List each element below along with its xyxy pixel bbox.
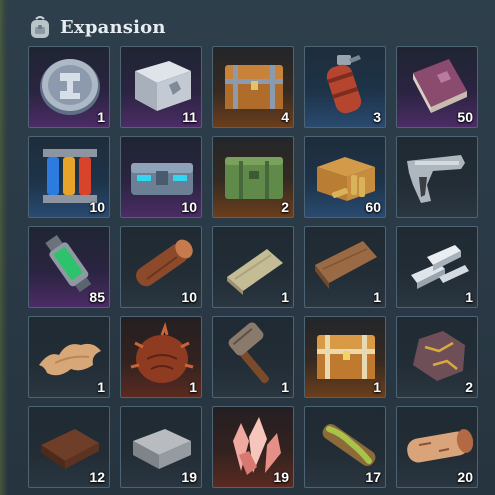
cloth-icon [227, 249, 283, 295]
military-box-icon [225, 157, 283, 199]
item-quantity: 50 [457, 109, 473, 125]
inventory-slot-book[interactable]: 50 [396, 46, 478, 128]
item-quantity: 4 [281, 109, 289, 125]
item-quantity: 1 [281, 379, 289, 395]
item-quantity: 19 [181, 469, 197, 485]
panel-edge [0, 0, 8, 495]
item-quantity: 85 [89, 289, 105, 305]
inventory-slot-wooden-board[interactable]: 12 [28, 406, 110, 488]
inventory-grid: 1 11 4 3 50 10 10 2 60 85 10 1 1 1 1 1 1 1 2 12 19 19 17 20 [28, 46, 478, 488]
log-icon [136, 239, 193, 287]
item-quantity: 1 [97, 379, 105, 395]
item-quantity: 60 [365, 199, 381, 215]
board-icon [41, 429, 99, 469]
inventory-slot-log[interactable]: 10 [120, 226, 202, 308]
inventory-title: Expansion [60, 16, 166, 38]
book-icon [413, 59, 467, 113]
ammo-box-icon [317, 157, 375, 201]
inventory-slot-stim-injector[interactable]: 85 [28, 226, 110, 308]
tech-case-icon [131, 163, 193, 195]
item-quantity: 11 [182, 109, 197, 125]
inventory-slot-gold-ore[interactable]: 2 [396, 316, 478, 398]
item-quantity: 2 [281, 199, 289, 215]
item-quantity: 3 [373, 109, 381, 125]
item-quantity: 19 [273, 469, 289, 485]
inventory-slot-metal-supply-crate[interactable]: 11 [120, 46, 202, 128]
inventory-slot-leather-hide[interactable]: 1 [28, 316, 110, 398]
grenade-icon [326, 55, 362, 114]
inventory-slot-spiked-seed[interactable]: 1 [120, 316, 202, 398]
item-quantity: 2 [465, 379, 473, 395]
golden-chest-icon [317, 335, 375, 379]
item-quantity: 1 [373, 289, 381, 305]
hammer-icon [228, 322, 269, 384]
inventory-slot-grenade[interactable]: 3 [304, 46, 386, 128]
inventory-slot-golden-chest[interactable]: 1 [304, 316, 386, 398]
item-quantity: 10 [181, 289, 197, 305]
inventory-slot-military-ammo-box[interactable]: 2 [212, 136, 294, 218]
item-quantity: 20 [457, 469, 473, 485]
item-quantity: 10 [181, 199, 197, 215]
inventory-slot-stone-brick[interactable]: 19 [120, 406, 202, 488]
ore-icon [413, 331, 465, 381]
wooden-chest-icon [225, 65, 283, 109]
pistol-icon [407, 155, 465, 203]
item-quantity: 17 [365, 469, 381, 485]
inventory-header: Expansion [28, 12, 166, 42]
hide-icon [39, 343, 101, 376]
inventory-slot-wooden-chest[interactable]: 4 [212, 46, 294, 128]
inventory-slot-cloth-bundle[interactable]: 1 [212, 226, 294, 308]
item-quantity: 1 [189, 379, 197, 395]
brick-icon [133, 429, 191, 469]
birch-log-icon [407, 429, 473, 463]
plank-icon [315, 241, 377, 289]
inventory-slot-tech-case[interactable]: 10 [120, 136, 202, 218]
item-quantity: 1 [465, 289, 473, 305]
inventory-slot-wood-plank[interactable]: 1 [304, 226, 386, 308]
item-quantity: 12 [89, 469, 105, 485]
branch-icon [322, 423, 376, 467]
inventory-slot-metal-ingots[interactable]: 1 [396, 226, 478, 308]
inventory-slot-pistol[interactable] [396, 136, 478, 218]
inventory-slot-ammo-carton[interactable]: 60 [304, 136, 386, 218]
injector-icon [45, 234, 92, 293]
item-quantity: 1 [97, 109, 105, 125]
ingots-icon [411, 245, 469, 289]
inventory-slot-war-hammer[interactable]: 1 [212, 316, 294, 398]
item-quantity: 1 [281, 289, 289, 305]
inventory-slot-mossy-branch[interactable]: 17 [304, 406, 386, 488]
item-quantity: 1 [373, 379, 381, 395]
inventory-slot-energy-cells[interactable]: 10 [28, 136, 110, 218]
inventory-slot-platinum-coin[interactable]: 1 [28, 46, 110, 128]
inventory-slot-birch-log[interactable]: 20 [396, 406, 478, 488]
inventory-slot-crystal-cluster[interactable]: 19 [212, 406, 294, 488]
seed-icon [130, 321, 194, 383]
metal-crate-icon [135, 61, 191, 111]
backpack-icon [28, 14, 52, 40]
energy-cells-icon [43, 149, 97, 203]
item-quantity: 10 [89, 199, 105, 215]
coin-icon [40, 59, 100, 115]
crystal-icon [233, 417, 281, 475]
